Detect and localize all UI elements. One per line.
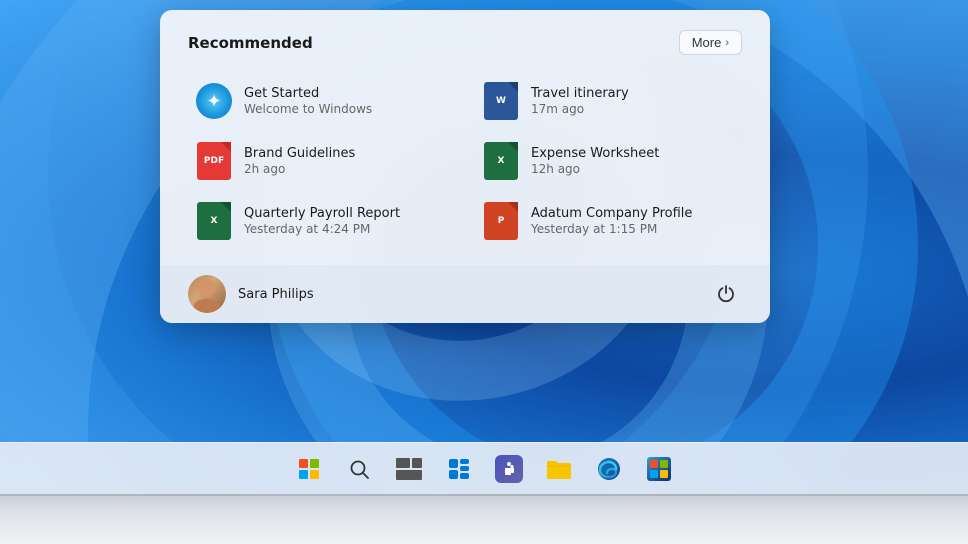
taskbar-edge-button[interactable]	[587, 447, 631, 491]
explorer-icon	[546, 458, 572, 480]
recommended-section: Recommended More › ✦ Get Started Welcome…	[160, 10, 770, 265]
list-item[interactable]: X Quarterly Payroll Report Yesterday at …	[188, 193, 455, 249]
item-meta: 17m ago	[531, 102, 629, 116]
user-name: Sara Philips	[238, 287, 314, 302]
item-meta: 12h ago	[531, 162, 659, 176]
more-label: More	[692, 35, 722, 50]
pptx-icon-inner: P	[484, 202, 518, 240]
item-name: Travel itinerary	[531, 86, 629, 101]
taskbar-explorer-button[interactable]	[537, 447, 581, 491]
list-item[interactable]: P Adatum Company Profile Yesterday at 1:…	[475, 193, 742, 249]
widgets-icon	[447, 457, 471, 481]
get-started-icon: ✦	[196, 83, 232, 119]
recommended-header: Recommended More ›	[188, 30, 742, 55]
getstarted-icon-inner: ✦	[196, 83, 232, 119]
windows-logo-icon	[299, 459, 319, 479]
item-name: Quarterly Payroll Report	[244, 206, 400, 221]
word-icon-inner: W	[484, 82, 518, 120]
item-name: Adatum Company Profile	[531, 206, 692, 221]
taskview-icon	[396, 458, 422, 480]
more-button[interactable]: More ›	[679, 30, 742, 55]
list-item[interactable]: ✦ Get Started Welcome to Windows	[188, 73, 455, 129]
avatar-image	[188, 275, 226, 313]
pptx-file-icon: P	[483, 203, 519, 239]
taskbar-search-button[interactable]	[337, 447, 381, 491]
avatar	[188, 275, 226, 313]
excel-icon-inner: X	[484, 142, 518, 180]
item-meta: Yesterday at 1:15 PM	[531, 222, 692, 236]
excel-file-icon-2: X	[196, 203, 232, 239]
chevron-right-icon: ›	[725, 37, 729, 49]
user-info[interactable]: Sara Philips	[188, 275, 314, 313]
taskbar-taskview-button[interactable]	[387, 447, 431, 491]
item-name: Brand Guidelines	[244, 146, 355, 161]
taskbar-widgets-button[interactable]	[437, 447, 481, 491]
power-icon	[716, 284, 736, 304]
excel-icon-inner-2: X	[197, 202, 231, 240]
search-icon	[348, 458, 370, 480]
word-file-icon: W	[483, 83, 519, 119]
item-meta: Yesterday at 4:24 PM	[244, 222, 400, 236]
taskbar-teams-button[interactable]	[487, 447, 531, 491]
teams-icon	[495, 455, 523, 483]
taskbar	[0, 442, 968, 494]
teams-icon-svg	[500, 460, 518, 478]
edge-icon	[596, 456, 622, 482]
taskbar-store-button[interactable]	[637, 447, 681, 491]
item-meta: Welcome to Windows	[244, 102, 372, 116]
excel-file-icon: X	[483, 143, 519, 179]
pdf-file-icon: PDF	[196, 143, 232, 179]
item-meta: 2h ago	[244, 162, 355, 176]
pdf-icon-inner: PDF	[197, 142, 231, 180]
device-bottom-bar	[0, 494, 968, 544]
store-icon	[646, 456, 672, 482]
start-menu: Recommended More › ✦ Get Started Welcome…	[160, 10, 770, 323]
power-button[interactable]	[710, 278, 742, 310]
list-item[interactable]: W Travel itinerary 17m ago	[475, 73, 742, 129]
recommended-grid: ✦ Get Started Welcome to Windows W Trave…	[188, 73, 742, 249]
item-name: Expense Worksheet	[531, 146, 659, 161]
list-item[interactable]: X Expense Worksheet 12h ago	[475, 133, 742, 189]
list-item[interactable]: PDF Brand Guidelines 2h ago	[188, 133, 455, 189]
user-section: Sara Philips	[160, 265, 770, 323]
taskbar-start-button[interactable]	[287, 447, 331, 491]
item-name: Get Started	[244, 86, 372, 101]
recommended-title: Recommended	[188, 34, 313, 52]
